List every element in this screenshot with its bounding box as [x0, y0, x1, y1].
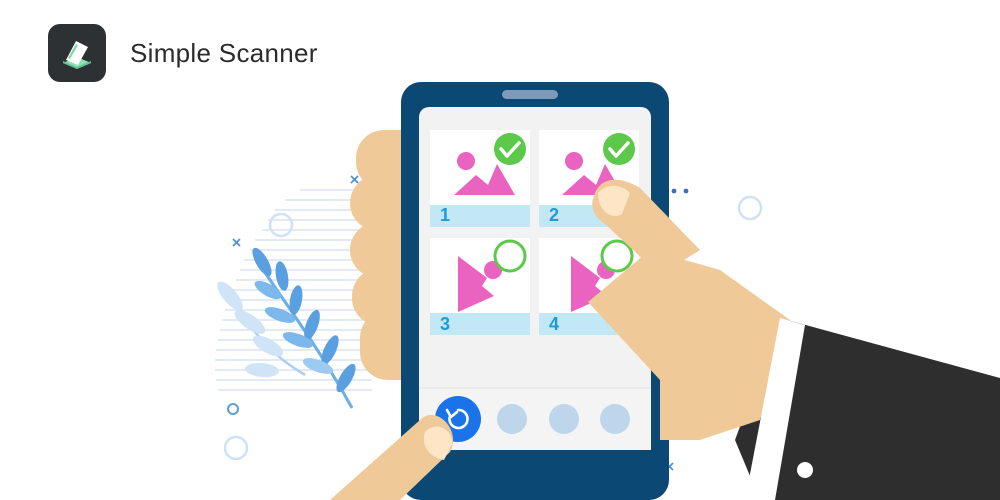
page-number[interactable]: 4: [549, 314, 559, 335]
thumbnail-labels: 1 2 3 4: [0, 0, 1000, 500]
page-number[interactable]: 2: [549, 205, 559, 226]
page-number[interactable]: 3: [440, 314, 450, 335]
page-number[interactable]: 1: [440, 205, 450, 226]
